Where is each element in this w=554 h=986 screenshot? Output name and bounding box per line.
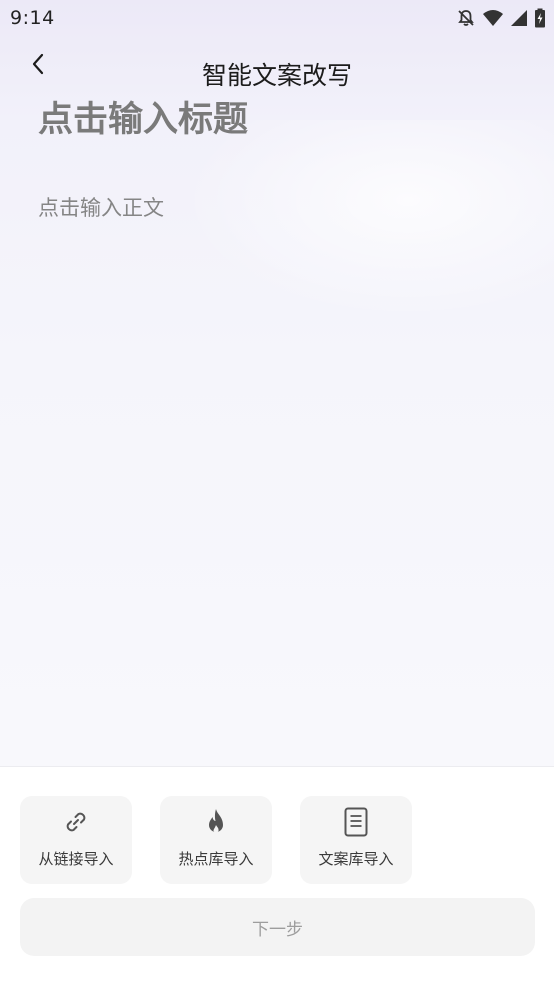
notifications-off-icon [456,8,476,28]
cellular-signal-icon [510,9,528,27]
page-title: 智能文案改写 [201,61,352,90]
import-from-link-label: 从链接导入 [38,850,114,868]
body-input[interactable] [38,192,518,732]
battery-charging-icon [534,8,546,28]
status-bar: 9:14 [0,0,554,36]
title-input[interactable] [38,100,518,140]
bottom-panel: 从链接导入 热点库导入 文案库导入 下一步 [0,766,554,986]
document-icon [342,807,370,841]
wifi-icon [482,9,504,27]
next-button[interactable]: 下一步 [20,898,535,956]
import-from-hot-topics-label: 热点库导入 [178,850,254,868]
import-from-hot-topics-button[interactable]: 热点库导入 [160,796,272,884]
status-time: 9:14 [10,7,55,29]
link-icon [62,808,90,840]
next-button-label: 下一步 [252,919,303,940]
flame-icon [202,807,230,841]
import-from-copy-library-button[interactable]: 文案库导入 [300,796,412,884]
import-from-link-button[interactable]: 从链接导入 [20,796,132,884]
import-from-copy-library-label: 文案库导入 [318,850,394,868]
status-icons [456,8,546,28]
